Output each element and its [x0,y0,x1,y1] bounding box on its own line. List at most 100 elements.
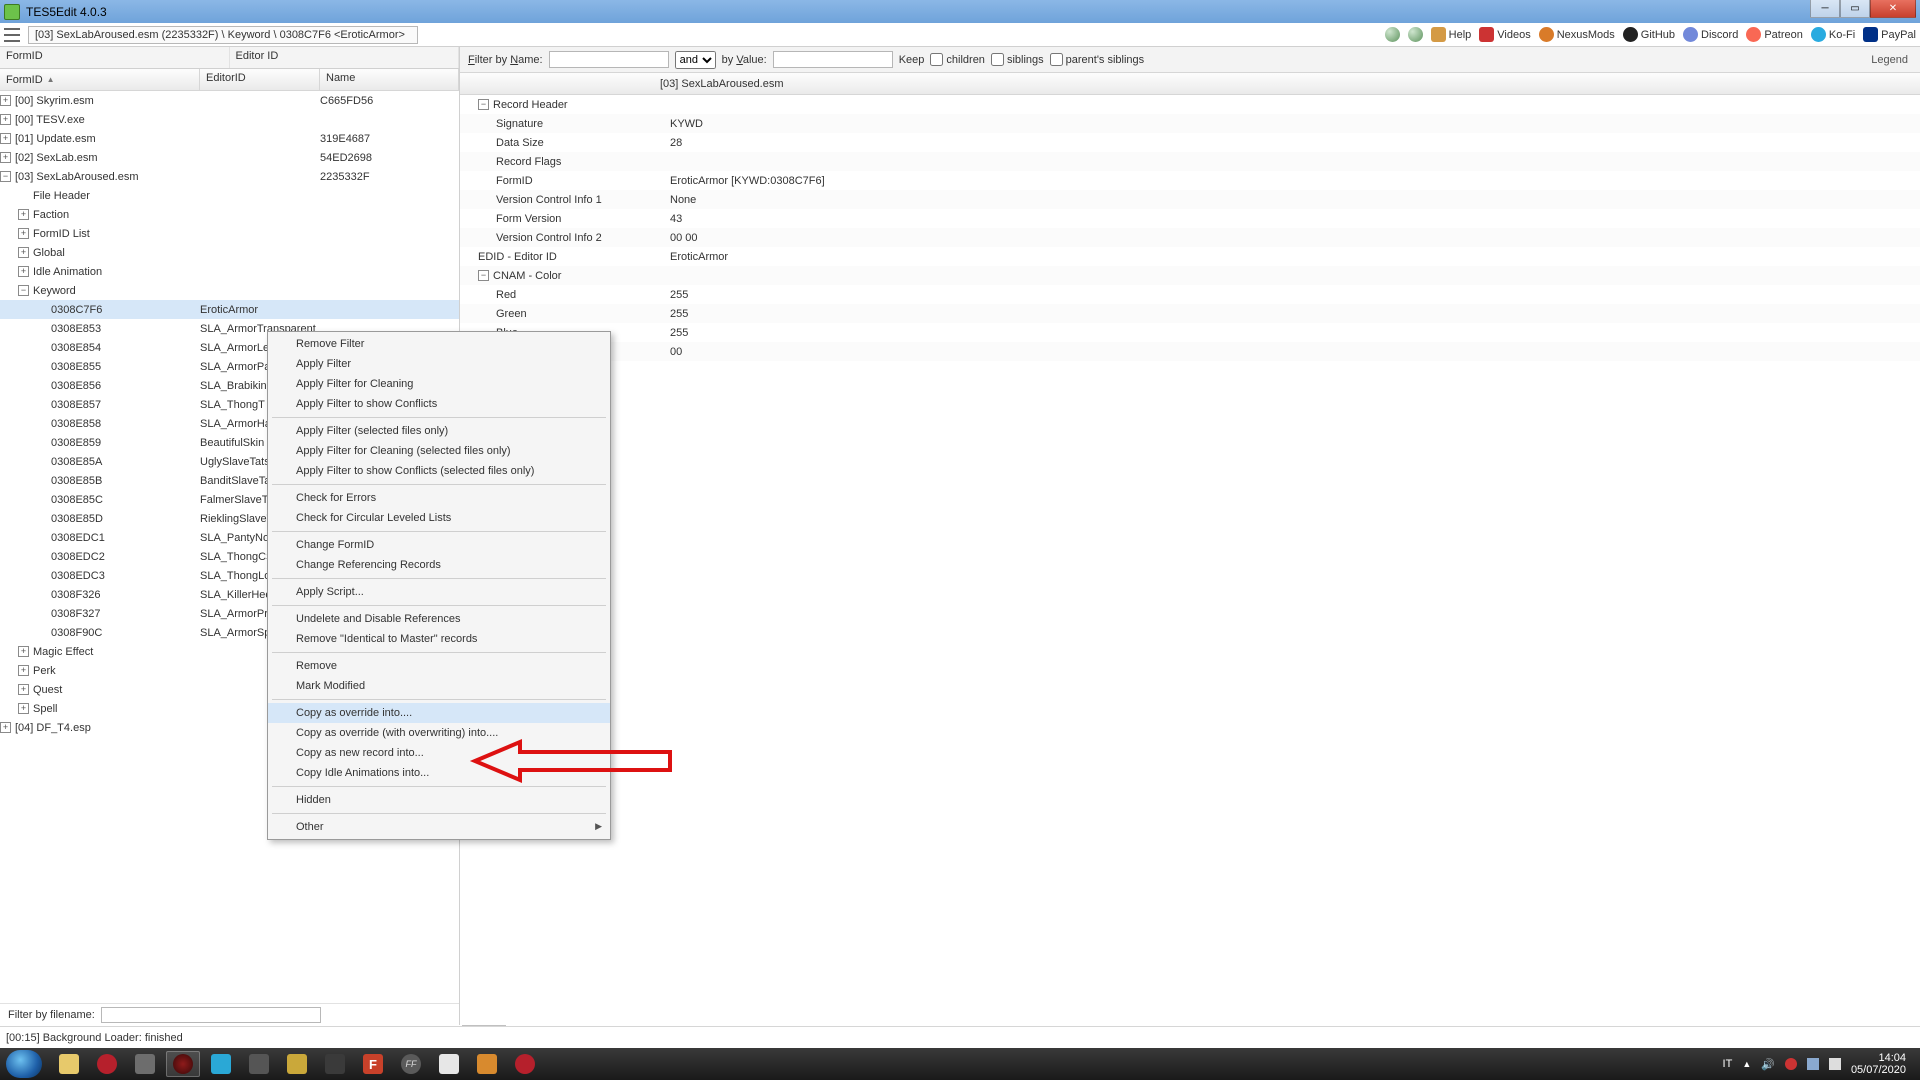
context-menu-item[interactable]: Check for Circular Leveled Lists [268,508,610,528]
context-menu-item[interactable]: Copy as override (with overwriting) into… [268,723,610,743]
taskbar-explorer[interactable] [52,1051,86,1077]
context-menu-item[interactable]: Hidden [268,790,610,810]
legend-link[interactable]: Legend [1871,54,1908,66]
context-menu-item[interactable]: Remove [268,656,610,676]
collapse-icon[interactable] [478,270,489,281]
context-menu-item[interactable]: Remove "Identical to Master" records [268,629,610,649]
kofi-link[interactable]: Ko-Fi [1811,27,1855,42]
tree-row[interactable]: [00] TESV.exe [0,110,459,129]
context-menu-item[interactable]: Apply Filter to show Conflicts (selected… [268,461,610,481]
tree-spacer[interactable] [36,494,47,505]
nav-fwd-icon[interactable] [1408,27,1423,42]
tree-spacer[interactable] [36,589,47,600]
keep-children[interactable]: children [930,53,985,66]
context-menu-item[interactable]: Apply Filter for Cleaning (selected file… [268,441,610,461]
taskbar-opera2[interactable] [508,1051,542,1077]
tray-flag-icon[interactable] [1829,1058,1841,1070]
tree-spacer[interactable] [36,513,47,524]
tree-spacer[interactable] [36,418,47,429]
nav-filter-input[interactable] [101,1007,321,1023]
taskbar-app2[interactable] [280,1051,314,1077]
record-row[interactable]: Record Flags [460,152,1920,171]
taskbar-tes5edit[interactable] [166,1051,200,1077]
tree-spacer[interactable] [36,608,47,619]
record-row[interactable]: Green255 [460,304,1920,323]
tree-row[interactable]: Idle Animation [0,262,459,281]
col-formid[interactable]: FormID ▲ [0,69,200,90]
tree-row[interactable]: [03] SexLabAroused.esm2235332F [0,167,459,186]
expand-icon[interactable] [18,684,29,695]
minimize-button[interactable]: ─ [1810,0,1840,18]
tray-up-icon[interactable]: ▲ [1742,1059,1751,1069]
tree-row[interactable]: Keyword [0,281,459,300]
context-menu-item[interactable]: Change FormID [268,535,610,555]
tree-spacer[interactable] [36,304,47,315]
maximize-button[interactable]: ▭ [1840,0,1870,18]
tree-spacer[interactable] [36,475,47,486]
taskbar-app1[interactable] [128,1051,162,1077]
tree-row[interactable]: 0308C7F6EroticArmor [0,300,459,319]
nav-header-formid[interactable]: FormID [0,47,230,68]
collapse-icon[interactable] [478,99,489,110]
record-row[interactable]: FormIDEroticArmor [KYWD:0308C7F6] [460,171,1920,190]
col-name[interactable]: Name [320,69,459,90]
videos-link[interactable]: Videos [1479,27,1530,42]
filter-value-input[interactable] [773,51,893,68]
record-row[interactable]: Version Control Info 1None [460,190,1920,209]
expand-icon[interactable] [0,95,11,106]
tree-spacer[interactable] [36,399,47,410]
context-menu-item[interactable]: Undelete and Disable References [268,609,610,629]
context-menu-item[interactable]: Check for Errors [268,488,610,508]
record-row[interactable]: Blue255 [460,323,1920,342]
context-menu-item[interactable]: Mark Modified [268,676,610,696]
nexusmods-link[interactable]: NexusMods [1539,27,1615,42]
tree-spacer[interactable] [36,342,47,353]
keep-parent-siblings[interactable]: parent's siblings [1050,53,1145,66]
context-menu-item[interactable]: Apply Filter for Cleaning [268,374,610,394]
col-editorid[interactable]: EditorID [200,69,320,90]
taskbar-app5[interactable] [470,1051,504,1077]
record-row[interactable]: Version Control Info 200 00 [460,228,1920,247]
expand-icon[interactable] [18,703,29,714]
filter-name-input[interactable] [549,51,669,68]
breadcrumb[interactable]: [03] SexLabAroused.esm (2235332F) \ Keyw… [28,26,418,44]
filter-operator[interactable]: and [675,51,716,69]
expand-icon[interactable] [18,266,29,277]
tree-row[interactable]: FormID List [0,224,459,243]
start-button[interactable] [6,1050,42,1078]
tree-spacer[interactable] [36,361,47,372]
context-menu-item[interactable]: Apply Filter (selected files only) [268,421,610,441]
context-menu-item[interactable]: Copy Idle Animations into... [268,763,610,783]
keep-siblings[interactable]: siblings [991,53,1044,66]
tree-spacer[interactable] [36,437,47,448]
expand-icon[interactable] [18,646,29,657]
context-menu-item[interactable]: Copy as new record into... [268,743,610,763]
expand-icon[interactable] [18,665,29,676]
taskbar-app-f[interactable]: F [356,1051,390,1077]
tree-spacer[interactable] [36,570,47,581]
expand-icon[interactable] [0,133,11,144]
tree-spacer[interactable] [36,532,47,543]
nav-header-editorid[interactable]: Editor ID [230,47,460,68]
tree-row[interactable]: Faction [0,205,459,224]
context-menu-item[interactable]: Apply Filter [268,354,610,374]
tree-spacer[interactable] [36,380,47,391]
clock[interactable]: 14:04 05/07/2020 [1851,1052,1906,1076]
tray-shield-icon[interactable] [1785,1058,1797,1070]
lang-indicator[interactable]: IT [1723,1058,1733,1070]
context-menu-item[interactable]: Change Referencing Records [268,555,610,575]
context-menu-item[interactable]: Remove Filter [268,334,610,354]
tree-spacer[interactable] [36,456,47,467]
github-link[interactable]: GitHub [1623,27,1675,42]
nav-back-icon[interactable] [1385,27,1400,42]
hamburger-icon[interactable] [4,28,20,42]
taskbar-volume[interactable] [242,1051,276,1077]
tree-row[interactable]: [00] Skyrim.esmC665FD56 [0,91,459,110]
collapse-icon[interactable] [0,171,11,182]
tree-spacer[interactable] [36,627,47,638]
close-button[interactable]: ✕ [1870,0,1916,18]
record-row[interactable]: Unused00 [460,342,1920,361]
record-row[interactable]: CNAM - Color [460,266,1920,285]
taskbar-music[interactable] [204,1051,238,1077]
context-menu-item[interactable]: Apply Script... [268,582,610,602]
